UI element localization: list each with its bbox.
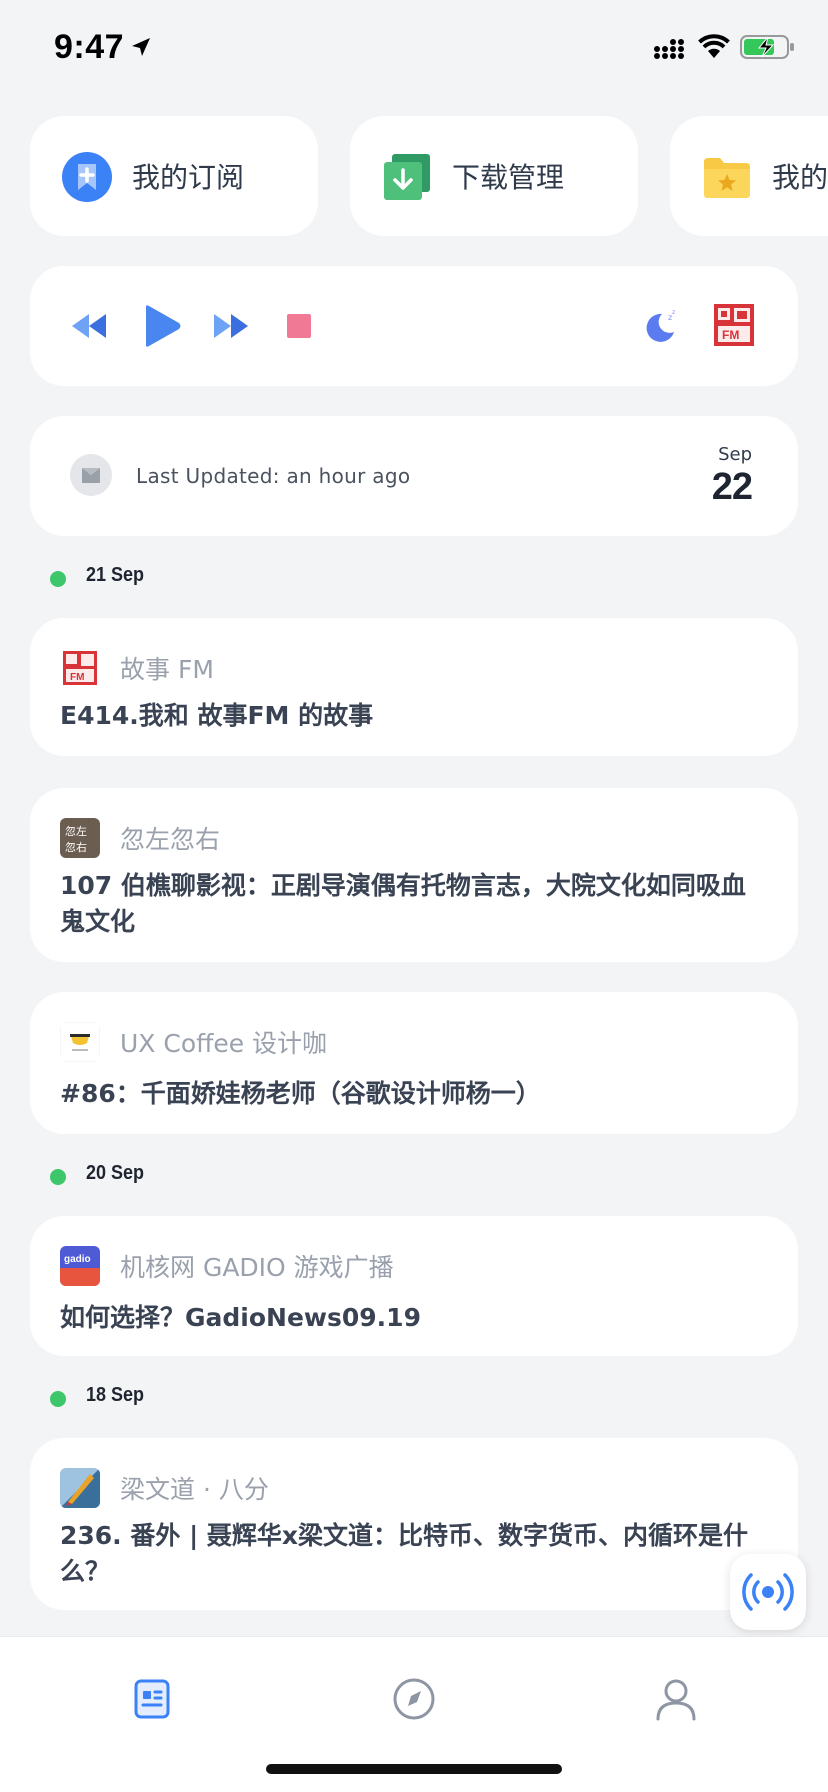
folder-star-icon — [704, 158, 750, 198]
episode-podcast-name: 忽左忽右 — [120, 825, 221, 854]
subscribe-icon — [62, 152, 112, 202]
quick-links-row: 我的订阅 下载管理 我的收 — [30, 116, 828, 236]
episode-title: 107 伯樵聊影视：正剧导演偶有托物言志，大院文化如同吸血鬼文化 — [60, 871, 746, 936]
podcast-cover-icon — [60, 1022, 100, 1062]
date-month: Sep — [718, 444, 752, 465]
episode-podcast-name: 机核网 GADIO 游戏广播 — [120, 1253, 394, 1282]
episode-title: 如何选择？GadioNews09.19 — [60, 1303, 421, 1332]
home-indicator — [266, 1764, 562, 1774]
svg-text:z: z — [672, 309, 675, 316]
svg-text:gadio: gadio — [64, 1254, 91, 1265]
episode-card[interactable]: FM 故事 FM E414.我和 故事FM 的故事 — [30, 618, 798, 756]
player-controls-card: z z FM — [30, 266, 798, 386]
status-time: 9:47 — [54, 28, 125, 66]
live-broadcast-button[interactable] — [730, 1554, 806, 1630]
section-dot — [50, 1169, 66, 1185]
section-title: 21 Sep — [86, 564, 145, 586]
svg-text:忽右: 忽右 — [65, 840, 87, 854]
play-icon[interactable] — [142, 304, 182, 348]
episode-card[interactable]: 梁文道 · 八分 236. 番外 | 聂辉华x梁文道：比特币、数字货币、内循环是… — [30, 1438, 798, 1610]
quick-link-label: 我的收 — [772, 161, 828, 194]
cellular-signal-icon — [654, 39, 684, 59]
section-title: 18 Sep — [86, 1384, 145, 1406]
quick-link-label: 下载管理 — [452, 161, 565, 194]
location-arrow-icon — [132, 38, 150, 56]
download-icon — [384, 154, 430, 200]
quick-link-label: 我的订阅 — [132, 161, 245, 194]
last-updated-card[interactable]: Last Updated: an hour ago Sep 22 — [30, 416, 798, 536]
episode-card[interactable]: UX Coffee 设计咖 #86：千面娇娃杨老师（谷歌设计师杨一） — [30, 992, 798, 1134]
svg-text:FM: FM — [70, 672, 84, 683]
episode-title: 236. 番外 | 聂辉华x梁文道：比特币、数字货币、内循环是什么？ — [60, 1521, 749, 1586]
fast-forward-icon[interactable] — [212, 312, 250, 340]
sleep-timer-icon[interactable]: z z — [642, 308, 678, 344]
episode-podcast-name: 梁文道 · 八分 — [120, 1475, 269, 1504]
broadcast-icon — [742, 1573, 794, 1611]
svg-text:FM: FM — [722, 328, 739, 342]
section-dot — [50, 571, 66, 587]
tab-discover[interactable] — [390, 1675, 438, 1723]
download-manager-card[interactable]: 下载管理 — [350, 116, 638, 236]
tab-feed[interactable] — [128, 1675, 176, 1723]
status-bar: 9:47 — [0, 0, 828, 96]
my-subscriptions-card[interactable]: 我的订阅 — [30, 116, 318, 236]
tab-profile[interactable] — [652, 1675, 700, 1723]
svg-text:忽左: 忽左 — [65, 824, 87, 838]
episode-title: #86：千面娇娃杨老师（谷歌设计师杨一） — [60, 1079, 541, 1108]
stop-icon[interactable] — [286, 313, 312, 339]
app-screen: 9:47 我的订阅 下载管理 我的 z z FM Last Updated: a… — [0, 0, 828, 1792]
podcast-cover-icon — [60, 1468, 100, 1508]
podcast-cover-icon: gadio — [60, 1246, 100, 1286]
episode-title: E414.我和 故事FM 的故事 — [60, 701, 374, 730]
episode-card[interactable]: 忽左 忽右 忽左忽右 107 伯樵聊影视：正剧导演偶有托物言志，大院文化如同吸血… — [30, 788, 798, 962]
section-title: 20 Sep — [86, 1162, 145, 1184]
section-dot — [50, 1391, 66, 1407]
battery-icon — [740, 35, 794, 59]
episode-podcast-name: 故事 FM — [120, 655, 214, 684]
date-day: 22 — [711, 466, 753, 508]
episode-podcast-name: UX Coffee 设计咖 — [120, 1029, 328, 1058]
wifi-icon — [698, 34, 730, 58]
podcast-cover-icon: 忽左 忽右 — [60, 818, 100, 858]
podcast-cover-icon: FM — [60, 648, 100, 688]
refresh-status-icon — [70, 454, 112, 496]
last-updated-text: Last Updated: an hour ago — [136, 464, 411, 488]
episode-card[interactable]: gadio 机核网 GADIO 游戏广播 如何选择？GadioNews09.19 — [30, 1216, 798, 1356]
my-favorites-card[interactable]: 我的收 — [670, 116, 828, 236]
now-playing-logo[interactable]: FM — [710, 302, 758, 348]
gushi-fm-logo-icon: FM — [714, 304, 754, 346]
rewind-icon[interactable] — [70, 312, 108, 340]
